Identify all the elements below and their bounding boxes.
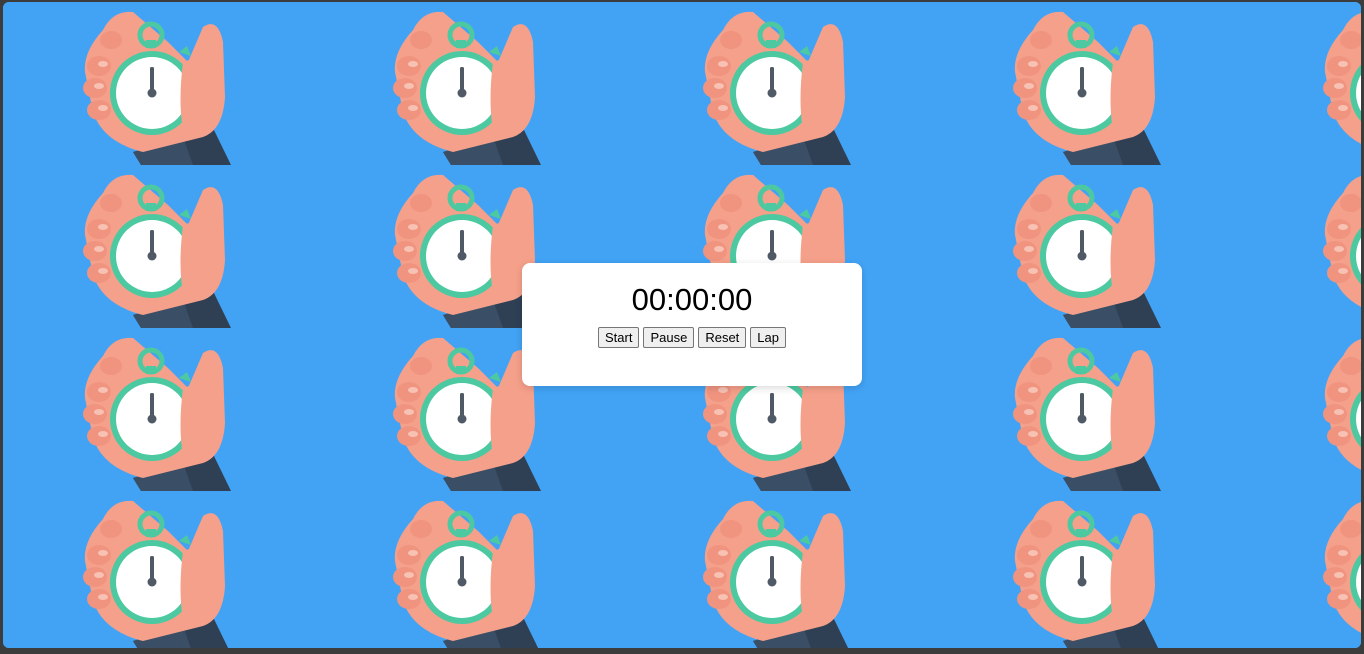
stopwatch-illustration-tile: [933, 491, 1243, 648]
page-viewport: 00:00:00 Start Pause Reset Lap: [3, 2, 1361, 648]
stopwatch-illustration-tile: [3, 2, 313, 165]
stopwatch-illustration-tile: [623, 2, 933, 165]
stopwatch-illustration-tile: [3, 328, 313, 491]
stopwatch-illustration-tile: [1243, 491, 1361, 648]
stopwatch-illustration-tile: [623, 491, 933, 648]
time-display: 00:00:00: [631, 282, 753, 317]
reset-button[interactable]: Reset: [698, 327, 747, 348]
stopwatch-illustration-tile: [3, 491, 313, 648]
stopwatch-illustration-tile: [1243, 165, 1361, 328]
stopwatch-illustration-tile: [3, 165, 313, 328]
pause-button[interactable]: Pause: [643, 327, 695, 348]
stopwatch-panel: 00:00:00 Start Pause Reset Lap: [522, 263, 862, 386]
control-buttons: Start Pause Reset Lap: [522, 327, 862, 348]
start-button[interactable]: Start: [597, 327, 640, 348]
stopwatch-illustration-tile: [1243, 2, 1361, 165]
stopwatch-illustration-tile: [933, 2, 1243, 165]
stopwatch-illustration-tile: [933, 328, 1243, 491]
lap-button[interactable]: Lap: [750, 327, 786, 348]
stopwatch-illustration-tile: [313, 2, 623, 165]
stopwatch-illustration-tile: [1243, 328, 1361, 491]
stopwatch-illustration-tile: [933, 165, 1243, 328]
stopwatch-illustration-tile: [313, 491, 623, 648]
